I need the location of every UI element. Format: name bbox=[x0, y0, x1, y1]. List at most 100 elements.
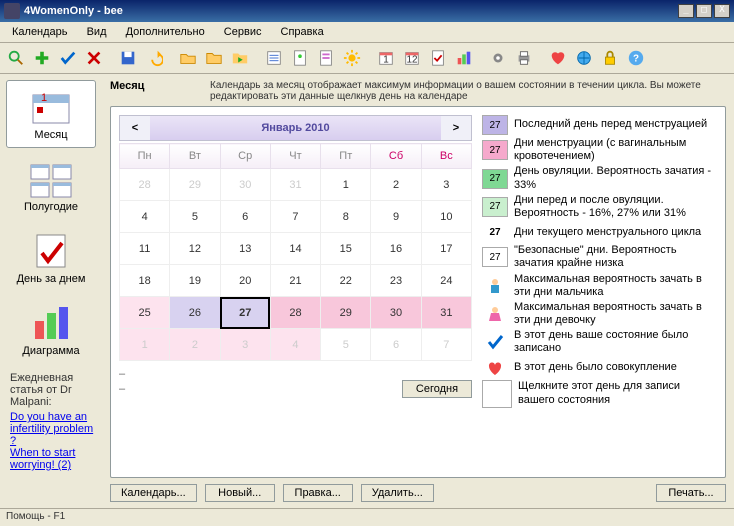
chart-icon[interactable] bbox=[452, 46, 476, 70]
calendar-day[interactable]: 18 bbox=[120, 265, 170, 297]
add-icon[interactable] bbox=[30, 46, 54, 70]
article-link-2[interactable]: When to start worrying! (2) bbox=[10, 447, 100, 471]
print-button[interactable]: Печать... bbox=[656, 484, 726, 502]
heart-icon[interactable] bbox=[546, 46, 570, 70]
save-icon[interactable] bbox=[116, 46, 140, 70]
prev-month-button[interactable]: < bbox=[120, 116, 150, 140]
cal1-icon[interactable]: 1 bbox=[374, 46, 398, 70]
calendar-day[interactable]: 6 bbox=[220, 201, 270, 233]
legend-text: Максимальная вероятность зачать в эти дн… bbox=[514, 301, 717, 327]
menu-calendar[interactable]: Календарь bbox=[4, 24, 76, 40]
calendar-day[interactable]: 19 bbox=[170, 265, 220, 297]
calendar-day[interactable]: 7 bbox=[270, 201, 320, 233]
calendar-day[interactable]: 5 bbox=[321, 329, 371, 361]
sidebar-label: Месяц bbox=[11, 129, 91, 141]
folder-icon[interactable] bbox=[202, 46, 226, 70]
calendar-day[interactable]: 30 bbox=[220, 169, 270, 201]
page-icon[interactable] bbox=[288, 46, 312, 70]
calendar-day[interactable]: 4 bbox=[270, 329, 320, 361]
calendar-day[interactable]: 16 bbox=[371, 233, 421, 265]
globe-icon[interactable] bbox=[572, 46, 596, 70]
calendar-day[interactable]: 3 bbox=[421, 169, 471, 201]
calendar-day[interactable]: 13 bbox=[220, 233, 270, 265]
calendar-day[interactable]: 30 bbox=[371, 297, 421, 329]
menu-service[interactable]: Сервис bbox=[216, 24, 270, 40]
close-button[interactable]: X bbox=[714, 4, 730, 18]
calendar-day[interactable]: 17 bbox=[421, 233, 471, 265]
sidebar-halfyear[interactable]: Полугодие bbox=[6, 152, 96, 220]
calendar-day[interactable]: 11 bbox=[120, 233, 170, 265]
gear-icon[interactable] bbox=[486, 46, 510, 70]
legend-row: 27День овуляции. Вероятность зачатия - 3… bbox=[482, 165, 717, 191]
calendar-day[interactable]: 7 bbox=[421, 329, 471, 361]
calendar-day[interactable]: 3 bbox=[220, 329, 270, 361]
form-icon[interactable] bbox=[314, 46, 338, 70]
minimize-button[interactable]: _ bbox=[678, 4, 694, 18]
calendar-button[interactable]: Календарь... bbox=[110, 484, 197, 502]
menu-extra[interactable]: Дополнительно bbox=[118, 24, 213, 40]
sun-icon[interactable] bbox=[340, 46, 364, 70]
calendar-day[interactable]: 28 bbox=[120, 169, 170, 201]
folder-play-icon[interactable] bbox=[228, 46, 252, 70]
calendar-day[interactable]: 27 bbox=[220, 297, 270, 329]
next-month-button[interactable]: > bbox=[441, 116, 471, 140]
calendar-day[interactable]: 29 bbox=[321, 297, 371, 329]
calendar-day[interactable]: 20 bbox=[220, 265, 270, 297]
sidebar-daybyday[interactable]: День за днем bbox=[6, 224, 96, 292]
calendar-day[interactable]: 2 bbox=[371, 169, 421, 201]
print-icon[interactable] bbox=[512, 46, 536, 70]
today-button[interactable]: Сегодня bbox=[402, 380, 472, 398]
edit-button[interactable]: Правка... bbox=[283, 484, 353, 502]
menu-help[interactable]: Справка bbox=[273, 24, 332, 40]
chart-icon bbox=[27, 303, 75, 343]
undo-icon[interactable] bbox=[142, 46, 166, 70]
calendar-day[interactable]: 26 bbox=[170, 297, 220, 329]
search-icon[interactable] bbox=[4, 46, 28, 70]
calendar-day[interactable]: 1 bbox=[120, 329, 170, 361]
weekday-header: Вт bbox=[170, 144, 220, 169]
maximize-button[interactable]: □ bbox=[696, 4, 712, 18]
folder-open-icon[interactable] bbox=[176, 46, 200, 70]
check-icon[interactable] bbox=[56, 46, 80, 70]
delete-icon[interactable] bbox=[82, 46, 106, 70]
sidebar-month[interactable]: 1 Месяц bbox=[6, 80, 96, 148]
weekday-header: Пн bbox=[120, 144, 170, 169]
sidebar-label: Полугодие bbox=[11, 201, 91, 213]
calendar-halfyear-icon bbox=[27, 159, 75, 199]
delete-button[interactable]: Удалить... bbox=[361, 484, 434, 502]
calendar-day[interactable]: 9 bbox=[371, 201, 421, 233]
article-link-1[interactable]: Do you have an infertility problem ? bbox=[10, 411, 100, 447]
calendar-day[interactable]: 29 bbox=[170, 169, 220, 201]
calendar-day[interactable]: 25 bbox=[120, 297, 170, 329]
calendar-day[interactable]: 31 bbox=[270, 169, 320, 201]
help-icon[interactable]: ? bbox=[624, 46, 648, 70]
calendar-day[interactable]: 6 bbox=[371, 329, 421, 361]
calendar-day[interactable]: 31 bbox=[421, 297, 471, 329]
sidebar-chart[interactable]: Диаграмма bbox=[6, 296, 96, 364]
month-title: Январь 2010 bbox=[150, 116, 441, 140]
calendar-day[interactable]: 5 bbox=[170, 201, 220, 233]
calendar-day[interactable]: 24 bbox=[421, 265, 471, 297]
calendar-day[interactable]: 22 bbox=[321, 265, 371, 297]
calendar-day[interactable]: 14 bbox=[270, 233, 320, 265]
titlebar: 4WomenOnly - bee _ □ X bbox=[0, 0, 734, 22]
calendar-day[interactable]: 12 bbox=[170, 233, 220, 265]
menu-view[interactable]: Вид bbox=[79, 24, 115, 40]
legend-swatch bbox=[482, 332, 508, 352]
cal12-icon[interactable]: 12 bbox=[400, 46, 424, 70]
calendar-day[interactable]: 23 bbox=[371, 265, 421, 297]
list-icon[interactable] bbox=[262, 46, 286, 70]
checkdoc-icon[interactable] bbox=[426, 46, 450, 70]
lock-icon[interactable] bbox=[598, 46, 622, 70]
calendar-day[interactable]: 21 bbox=[270, 265, 320, 297]
calendar-day[interactable]: 4 bbox=[120, 201, 170, 233]
calendar-day[interactable]: 8 bbox=[321, 201, 371, 233]
calendar-day[interactable]: 28 bbox=[270, 297, 320, 329]
new-button[interactable]: Новый... bbox=[205, 484, 275, 502]
calendar-day[interactable]: 10 bbox=[421, 201, 471, 233]
article-links: Ежедневная статья от Dr Malpani: Do you … bbox=[6, 368, 104, 475]
calendar-day[interactable]: 2 bbox=[170, 329, 220, 361]
calendar-day[interactable]: 1 bbox=[321, 169, 371, 201]
calendar-day[interactable]: 15 bbox=[321, 233, 371, 265]
app-icon bbox=[4, 3, 20, 19]
